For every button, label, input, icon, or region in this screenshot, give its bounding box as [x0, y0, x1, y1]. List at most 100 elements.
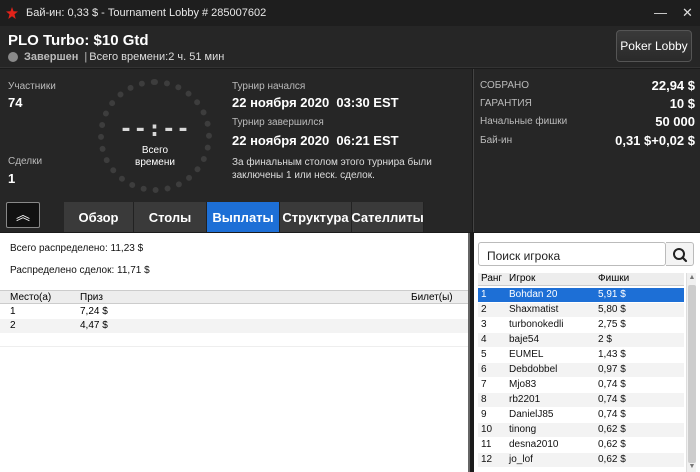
search-button[interactable]	[666, 242, 694, 266]
tab-satellites[interactable]: Сателлиты	[351, 202, 424, 232]
timer-display: --:--	[119, 117, 191, 142]
rank-cell: 3	[481, 319, 487, 330]
player-name-cell: Bohdan 20	[509, 289, 558, 300]
stat-row: Начальные фишки 50 000	[480, 114, 695, 129]
scroll-up-icon[interactable]: ▲	[687, 273, 697, 283]
status-separator: |	[84, 51, 88, 63]
tab-overview[interactable]: Обзор	[64, 202, 134, 232]
column-header-player[interactable]: Игрок	[509, 273, 535, 284]
column-header-ticket[interactable]: Билет(ы)	[411, 292, 453, 303]
players-panel: Поиск игрока Ранг Игрок Фишки 1 Bohdan 20…	[474, 233, 700, 472]
player-row[interactable]: 11 desna2010 0,62 $	[478, 438, 684, 452]
tournament-header: PLO Turbo: $10 Gtd Завершен | Всего врем…	[0, 26, 700, 68]
chips-cell: 0,74 $	[598, 409, 626, 420]
rank-cell: 12	[481, 454, 493, 465]
player-row[interactable]: 8 rb2201 0,74 $	[478, 393, 684, 407]
poker-lobby-button[interactable]: Poker Lobby	[616, 30, 692, 62]
chips-cell: 0,62 $	[598, 454, 626, 465]
title-bar: Бай-ин: 0,33 $ - Tournament Lobby # 2850…	[0, 0, 700, 26]
payouts-panel: Всего распределено: 11,23 $ Распределено…	[0, 233, 470, 472]
rank-cell: 7	[481, 379, 487, 390]
rank-cell: 1	[481, 289, 487, 300]
tournament-name: PLO Turbo: $10 Gtd	[8, 32, 149, 49]
column-header-rank[interactable]: Ранг	[481, 273, 502, 284]
chips-cell: 0,62 $	[598, 424, 626, 435]
deals-distributed: Распределено сделок: 11,71 $	[10, 265, 150, 276]
tab-structure[interactable]: Структура	[280, 202, 352, 232]
scroll-down-icon[interactable]: ▼	[687, 462, 697, 472]
player-name-cell: jo_lof	[509, 454, 533, 465]
total-distributed: Всего распределено: 11,23 $	[10, 243, 144, 254]
table-row[interactable]: 1 7,24 $	[0, 305, 468, 319]
status-badge: Завершен	[24, 51, 79, 63]
player-row[interactable]: 1 Bohdan 20 5,91 $	[478, 288, 684, 302]
rank-cell: 2	[481, 304, 487, 315]
player-name-cell: Mjo83	[509, 379, 537, 390]
status-dot-icon	[8, 52, 18, 62]
player-row[interactable]: 6 Debdobbel 0,97 $	[478, 363, 684, 377]
minimize-icon[interactable]: —	[654, 5, 667, 21]
rank-cell: 8	[481, 394, 487, 405]
tab-tables[interactable]: Столы	[134, 202, 207, 232]
player-name-cell: DanielJ85	[509, 409, 554, 420]
stat-row: Бай-ин 0,31 $+0,02 $	[480, 133, 695, 148]
player-name-cell: Debdobbel	[509, 364, 558, 375]
player-row[interactable]: 10 tinong 0,62 $	[478, 423, 684, 437]
stat-row: СОБРАНО 22,94 $	[480, 78, 695, 93]
deal-note: За финальным столом этого турнира были з…	[232, 157, 432, 181]
rank-cell: 5	[481, 349, 487, 360]
player-row[interactable]: 2 Shaxmatist 5,80 $	[478, 303, 684, 317]
chips-cell: 0,97 $	[598, 364, 626, 375]
player-name-cell: rb2201	[509, 394, 541, 405]
deals-value: 1	[8, 171, 16, 186]
close-icon[interactable]: ✕	[682, 5, 693, 21]
stats-panel: СОБРАНО 22,94 $ ГАРАНТИЯ 10 $ Начальные …	[473, 69, 700, 232]
stat-value: 10 $	[669, 96, 695, 111]
rank-cell: 10	[481, 424, 493, 435]
status-row: Завершен | Всего времени:2 ч. 51 мин	[8, 51, 224, 63]
timer-clock: --:-- Всего времени	[98, 79, 212, 193]
stat-label: Бай-ин	[480, 135, 513, 146]
players-scrollbar[interactable]: ▲ ▼	[686, 273, 696, 472]
chips-cell: 0,74 $	[598, 379, 626, 390]
chips-cell: 0,74 $	[598, 394, 626, 405]
place-cell: 2	[10, 320, 16, 331]
tab-payouts[interactable]: Выплаты	[207, 202, 280, 232]
collapse-button[interactable]: ︽	[6, 202, 40, 228]
started-value: 22 ноября 2020 03:30 EST	[232, 95, 399, 110]
column-header-prize[interactable]: Приз	[80, 292, 103, 303]
player-search-input[interactable]: Поиск игрока	[478, 242, 666, 266]
table-row[interactable]: 2 4,47 $	[0, 319, 468, 333]
rank-cell: 4	[481, 334, 487, 345]
scrollbar-thumb[interactable]	[688, 285, 696, 463]
participants-label: Участники	[8, 81, 56, 92]
player-row[interactable]: 5 EUMEL 1,43 $	[478, 348, 684, 362]
player-row[interactable]: 12 jo_lof 0,62 $	[478, 453, 684, 467]
stat-label: СОБРАНО	[480, 80, 530, 91]
participants-value: 74	[8, 95, 23, 110]
chips-cell: 0,62 $	[598, 439, 626, 450]
rank-cell: 6	[481, 364, 487, 375]
ended-label: Турнир завершился	[232, 117, 324, 128]
window-title: Бай-ин: 0,33 $ - Tournament Lobby # 2850…	[26, 7, 267, 19]
chips-cell: 2 $	[598, 334, 612, 345]
rank-cell: 11	[481, 439, 492, 450]
player-name-cell: desna2010	[509, 439, 559, 450]
search-icon	[673, 248, 688, 263]
chips-cell: 1,43 $	[598, 349, 626, 360]
player-name-cell: Shaxmatist	[509, 304, 559, 315]
pokerstars-logo-icon	[6, 7, 18, 19]
chips-cell: 5,80 $	[598, 304, 626, 315]
stat-label: Начальные фишки	[480, 116, 568, 127]
player-name-cell: EUMEL	[509, 349, 544, 360]
column-header-place[interactable]: Место(а)	[10, 292, 51, 303]
column-header-chips[interactable]: Фишки	[598, 273, 629, 284]
rank-cell: 9	[481, 409, 487, 420]
player-row[interactable]: 9 DanielJ85 0,74 $	[478, 408, 684, 422]
ended-value: 22 ноября 2020 06:21 EST	[232, 133, 399, 148]
player-row[interactable]: 7 Mjo83 0,74 $	[478, 378, 684, 392]
table-row-empty	[0, 333, 468, 347]
timer-label: Всего времени	[135, 145, 175, 168]
player-row[interactable]: 3 turbonokedli 2,75 $	[478, 318, 684, 332]
player-row[interactable]: 4 baje54 2 $	[478, 333, 684, 347]
